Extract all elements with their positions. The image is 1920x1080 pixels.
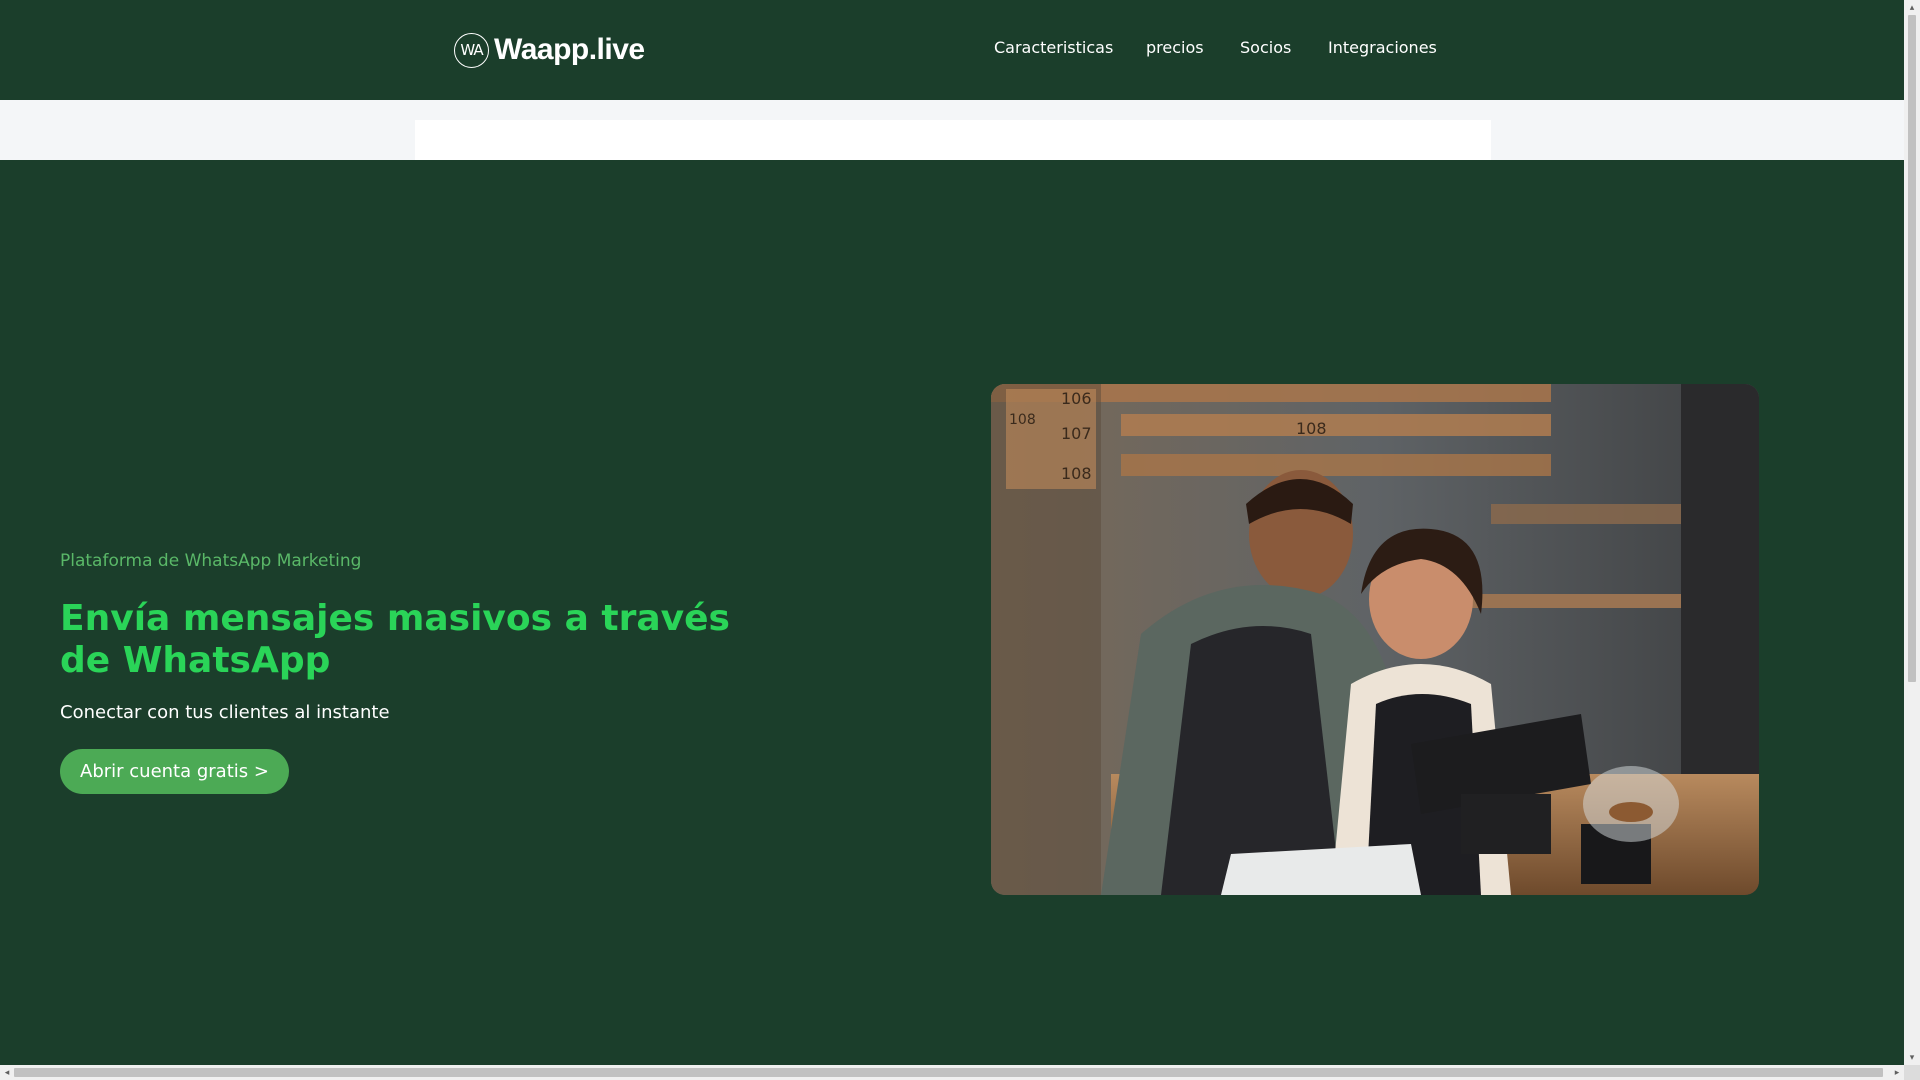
horizontal-scroll-thumb[interactable] [14, 1068, 1883, 1077]
locker-number: 106 [1061, 389, 1092, 408]
hero-section: Plataforma de WhatsApp Marketing Envía m… [0, 160, 1904, 1065]
hero-photo: 106 108 107 108 108 [991, 384, 1759, 895]
cafe-workers-illustration: 106 108 107 108 108 [991, 384, 1759, 895]
main-nav: Caracteristicas precios Socios Integraci… [0, 38, 1904, 62]
locker-number: 108 [1009, 412, 1036, 428]
nav-link-precios[interactable]: precios [1146, 38, 1204, 57]
vertical-scrollbar[interactable]: ▴ ▾ [1904, 0, 1920, 1065]
scroll-left-arrow-icon[interactable]: ◂ [0, 1065, 14, 1080]
announcement-strip [0, 100, 1904, 160]
top-navbar: WA Waapp.live Caracteristicas precios So… [0, 0, 1904, 100]
scroll-right-arrow-icon[interactable]: ▸ [1890, 1065, 1904, 1080]
scroll-up-arrow-icon[interactable]: ▴ [1905, 0, 1919, 15]
scroll-down-arrow-icon[interactable]: ▾ [1905, 1050, 1919, 1065]
locker-number: 108 [1061, 464, 1092, 483]
announcement-panel [415, 120, 1491, 160]
scrollbar-corner [1904, 1065, 1920, 1080]
hero-eyebrow: Plataforma de WhatsApp Marketing [60, 551, 362, 571]
horizontal-scrollbar[interactable]: ◂ ▸ [0, 1065, 1904, 1080]
open-free-account-button[interactable]: Abrir cuenta gratis > [60, 749, 289, 794]
locker-number: 108 [1296, 419, 1327, 438]
hero-headline: Envía mensajes masivos a través de Whats… [60, 598, 730, 681]
hero-subheadline: Conectar con tus clientes al instante [60, 702, 390, 723]
nav-link-socios[interactable]: Socios [1240, 38, 1291, 57]
locker-number: 107 [1061, 424, 1092, 443]
nav-link-caracteristicas[interactable]: Caracteristicas [994, 38, 1113, 57]
nav-link-integraciones[interactable]: Integraciones [1328, 38, 1437, 57]
vertical-scroll-thumb[interactable] [1908, 15, 1916, 682]
